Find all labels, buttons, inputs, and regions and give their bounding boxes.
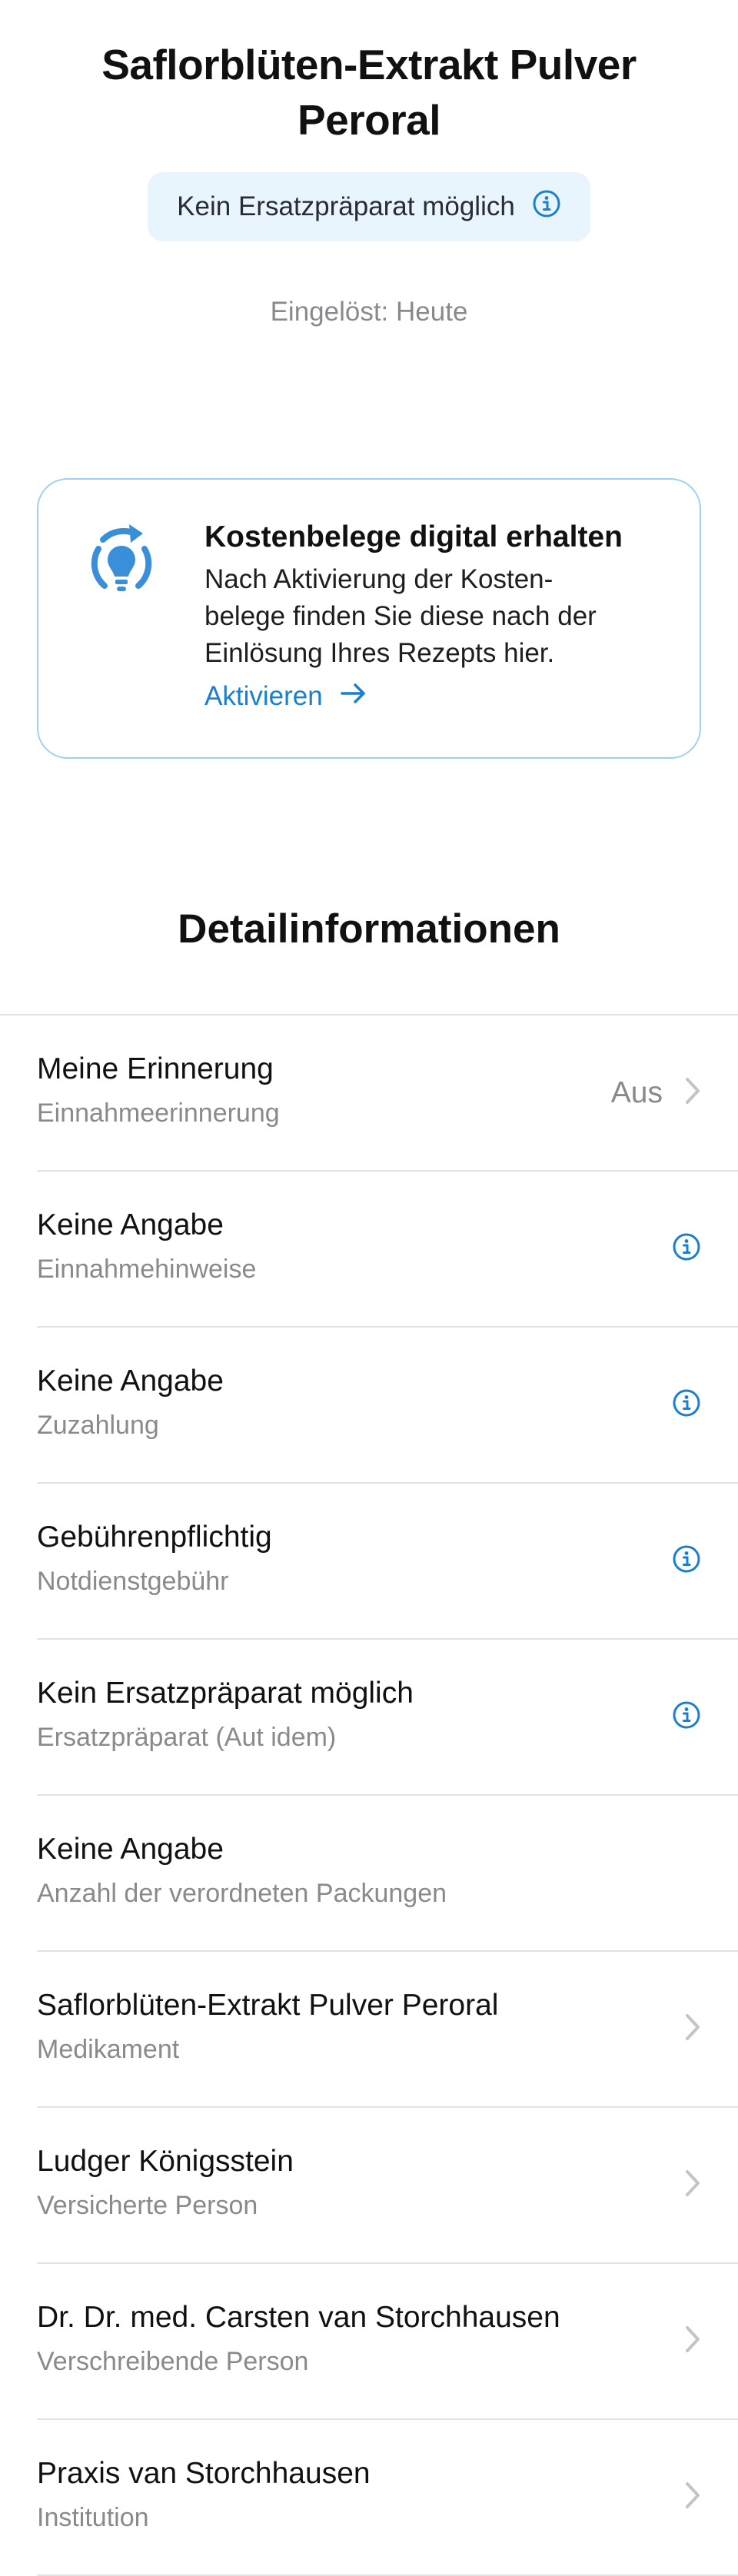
info-icon[interactable] bbox=[672, 1700, 701, 1733]
detail-row-subtitle: Notdienstgebühr bbox=[37, 1567, 229, 1596]
page-title: Saflorblüten-Extrakt Pulver Peroral bbox=[101, 41, 637, 144]
detail-row[interactable]: Praxis van Storchhausen Institution bbox=[37, 2420, 738, 2576]
receipt-card: Kostenbelege digital erhalten Nach Aktiv… bbox=[37, 478, 701, 759]
detail-row[interactable]: Ludger Königsstein Versicherte Person bbox=[37, 2108, 738, 2264]
detail-row-title: Kein Ersatzpräparat möglich bbox=[37, 1677, 414, 1710]
detail-row: Keine Angabe Zuzahlung bbox=[37, 1328, 738, 1484]
detail-row: Keine Angabe Anzahl der verordneten Packu… bbox=[37, 1796, 738, 1952]
section-title-details: Detailinformationen bbox=[178, 906, 560, 952]
info-icon[interactable] bbox=[672, 1232, 701, 1265]
detail-row-title: Keine Angabe bbox=[37, 1208, 224, 1241]
detail-row-title: Ludger Königsstein bbox=[37, 2145, 294, 2178]
detail-row-subtitle: Einnahmehinweise bbox=[37, 1255, 257, 1284]
detail-row-title: Keine Angabe bbox=[37, 1364, 224, 1398]
card-description: Nach Aktivierung der Kosten- belege find… bbox=[204, 564, 597, 668]
arrow-right-icon bbox=[340, 681, 367, 712]
detail-row-subtitle: Verschreibende Person bbox=[37, 2347, 309, 2376]
detail-row[interactable]: Meine Erinnerung Einnahmeerinnerung Aus bbox=[37, 1015, 738, 1172]
detail-row-subtitle: Einnahmeerinnerung bbox=[37, 1099, 280, 1128]
detail-row-subtitle: Ersatzpräparat (Aut idem) bbox=[37, 1723, 337, 1752]
activate-label: Aktivieren bbox=[204, 681, 323, 711]
info-icon[interactable] bbox=[672, 1544, 701, 1577]
chevron-right-icon bbox=[684, 2325, 701, 2358]
detail-row-subtitle: Versicherte Person bbox=[37, 2191, 258, 2220]
info-icon[interactable] bbox=[532, 189, 561, 225]
info-icon[interactable] bbox=[672, 1388, 701, 1421]
detail-row: Gebührenpflichtig Notdienstgebühr bbox=[37, 1484, 738, 1640]
detail-row: Kein Ersatzpräparat möglich Ersatzpräpara… bbox=[37, 1640, 738, 1796]
detail-row[interactable]: Dr. Dr. med. Carsten van Storchhausen Ver… bbox=[37, 2264, 738, 2420]
substitution-badge[interactable]: Kein Ersatzpräparat möglich bbox=[148, 172, 590, 241]
activate-link[interactable]: Aktivieren bbox=[204, 681, 367, 712]
detail-row-title: Gebührenpflichtig bbox=[37, 1521, 272, 1554]
detail-row-subtitle: Zuzahlung bbox=[37, 1411, 159, 1440]
chevron-right-icon bbox=[684, 2481, 701, 2514]
detail-row-subtitle: Institution bbox=[37, 2503, 149, 2532]
detail-row-title: Meine Erinnerung bbox=[37, 1052, 274, 1085]
detail-row-value: Aus bbox=[610, 1075, 663, 1109]
chevron-right-icon bbox=[684, 2169, 701, 2202]
detail-row-title: Dr. Dr. med. Carsten van Storchhausen bbox=[37, 2301, 560, 2334]
detail-row[interactable]: Saflorblüten-Extrakt Pulver Peroral Medik… bbox=[37, 1952, 738, 2108]
redeemed-status: Eingelöst: Heute bbox=[270, 297, 468, 327]
chevron-right-icon bbox=[684, 2013, 701, 2046]
detail-row-title: Keine Angabe bbox=[37, 1833, 224, 1866]
detail-row-subtitle: Anzahl der verordneten Packungen bbox=[37, 1879, 447, 1908]
detail-row-title: Saflorblüten-Extrakt Pulver Peroral bbox=[37, 1989, 499, 2022]
detail-row-subtitle: Medikament bbox=[37, 2035, 180, 2064]
card-title: Kostenbelege digital erhalten bbox=[204, 520, 623, 553]
lightbulb-refresh-icon bbox=[85, 523, 158, 607]
detail-list: Meine Erinnerung Einnahmeerinnerung Aus Kei… bbox=[0, 1014, 738, 2576]
detail-row-title: Praxis van Storchhausen bbox=[37, 2457, 371, 2490]
badge-label: Kein Ersatzpräparat möglich bbox=[177, 191, 515, 221]
detail-row: Keine Angabe Einnahmehinweise bbox=[37, 1172, 738, 1328]
chevron-right-icon bbox=[684, 1076, 701, 1109]
